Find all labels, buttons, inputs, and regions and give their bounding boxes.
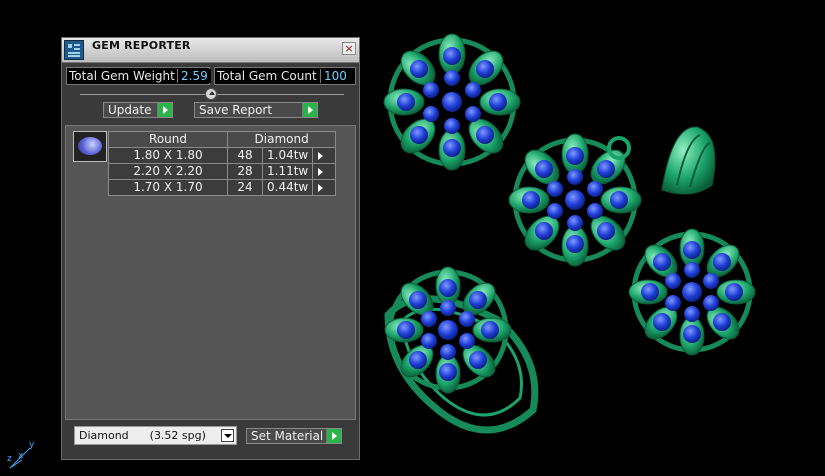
play-icon bbox=[318, 184, 324, 192]
play-icon bbox=[326, 429, 341, 443]
play-icon bbox=[318, 168, 324, 176]
total-gem-weight-value: 2.59 bbox=[177, 69, 211, 83]
panel-title: GEM REPORTER bbox=[92, 39, 191, 52]
play-icon bbox=[302, 103, 317, 117]
panel-titlebar[interactable]: GEM REPORTER × bbox=[62, 38, 359, 63]
save-report-button-label: Save Report bbox=[199, 103, 273, 117]
gem-count: 48 bbox=[227, 147, 263, 164]
update-button[interactable]: Update bbox=[103, 102, 173, 118]
set-material-button-label: Set Material bbox=[251, 429, 324, 443]
material-select-value: Diamond (3.52 spg) bbox=[79, 429, 206, 442]
play-icon bbox=[318, 152, 324, 160]
gem-total-weight: 1.04tw bbox=[261, 147, 314, 164]
gem-reporter-panel: GEM REPORTER × Total Gem Weight 2.59 Tot… bbox=[61, 37, 360, 460]
gem-total-weight: 1.11tw bbox=[261, 163, 314, 180]
axis-y-label: y bbox=[29, 440, 35, 450]
gem-reporter-icon bbox=[64, 40, 84, 60]
play-icon bbox=[157, 103, 172, 117]
select-row-button[interactable] bbox=[312, 179, 337, 196]
axis-z-label: z bbox=[7, 454, 12, 464]
gem-size: 1.80 X 1.80 bbox=[108, 147, 228, 164]
table-row: 1.80 X 1.80 48 1.04tw bbox=[108, 147, 337, 164]
gem-count: 24 bbox=[227, 179, 263, 196]
gem-size: 1.70 X 1.70 bbox=[108, 179, 228, 196]
axis-x-label: x bbox=[18, 451, 24, 461]
gem-report-table: Round Diamond 1.80 X 1.80 48 1.04tw 2.20… bbox=[108, 131, 337, 196]
save-report-button[interactable]: Save Report bbox=[194, 102, 318, 118]
table-row: 1.70 X 1.70 24 0.44tw bbox=[108, 179, 337, 196]
select-row-button[interactable] bbox=[312, 163, 337, 180]
total-gem-count-label: Total Gem Count bbox=[217, 69, 317, 83]
gem-report-area: Round Diamond 1.80 X 1.80 48 1.04tw 2.20… bbox=[65, 125, 356, 420]
gem-total-weight: 0.44tw bbox=[261, 179, 314, 196]
flower-earring-2 bbox=[628, 228, 756, 356]
total-gem-weight-label: Total Gem Weight bbox=[69, 69, 175, 83]
pendant-bail bbox=[661, 126, 716, 195]
total-gem-count-value: 100 bbox=[320, 69, 350, 83]
material-select[interactable]: Diamond (3.52 spg) bbox=[74, 426, 237, 445]
flower-ring bbox=[384, 266, 539, 434]
table-row: 2.20 X 2.20 28 1.11tw bbox=[108, 163, 337, 180]
dropdown-arrow-icon[interactable] bbox=[221, 429, 234, 442]
total-gem-weight: Total Gem Weight 2.59 bbox=[66, 67, 211, 85]
update-button-label: Update bbox=[108, 103, 152, 117]
close-icon[interactable]: × bbox=[342, 42, 356, 55]
select-row-button[interactable] bbox=[312, 147, 337, 164]
axis-gizmo-icon: z x y bbox=[4, 438, 38, 472]
gem-thumbnail-icon bbox=[73, 131, 107, 162]
material-header: Diamond bbox=[226, 131, 337, 148]
flower-pendant bbox=[508, 133, 642, 267]
jewelry-render bbox=[383, 33, 756, 434]
flower-earring-1 bbox=[383, 33, 521, 171]
total-gem-count: Total Gem Count 100 bbox=[214, 67, 356, 85]
shape-header: Round bbox=[108, 131, 228, 148]
gem-size: 2.20 X 2.20 bbox=[108, 163, 228, 180]
set-material-button[interactable]: Set Material bbox=[246, 428, 342, 444]
gem-count: 28 bbox=[227, 163, 263, 180]
collapse-knob-icon[interactable] bbox=[205, 88, 217, 100]
